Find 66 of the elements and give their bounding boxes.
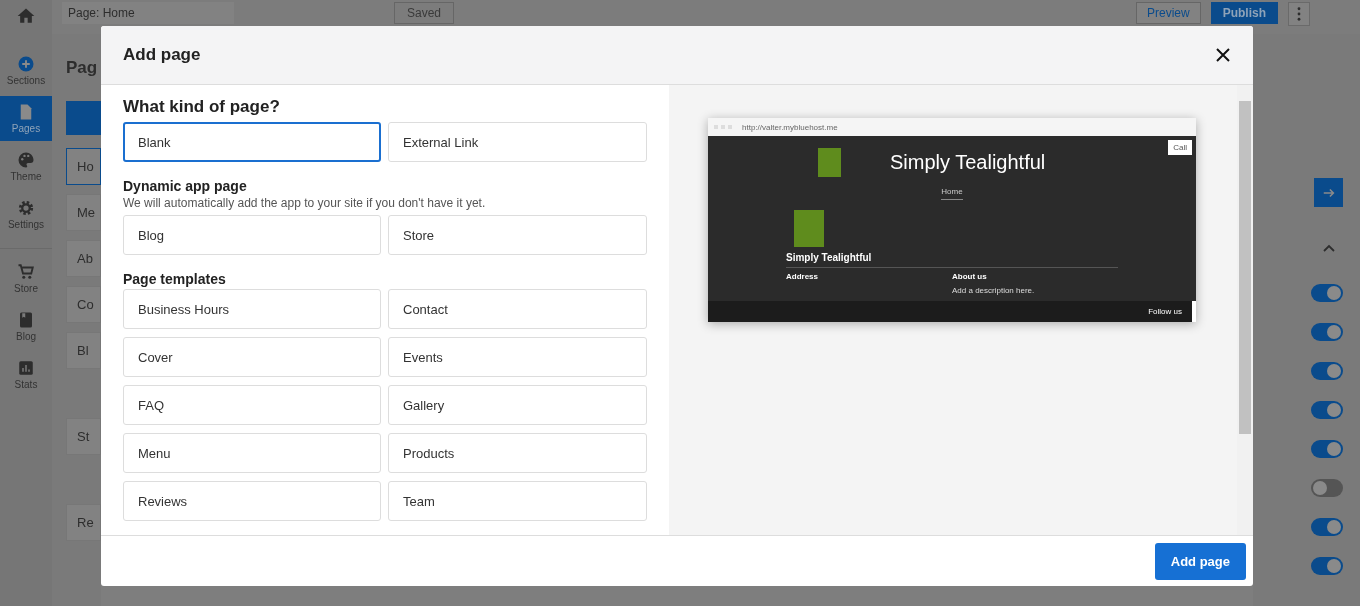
- rail-item[interactable]: Theme: [0, 144, 52, 189]
- page-type-option[interactable]: Blank: [123, 122, 381, 162]
- toggle-switch[interactable]: [1311, 479, 1343, 497]
- toggle-switch[interactable]: [1311, 284, 1343, 302]
- page-type-option[interactable]: Team: [388, 481, 647, 521]
- page-type-option[interactable]: Reviews: [123, 481, 381, 521]
- page-type-option[interactable]: External Link: [388, 122, 647, 162]
- page-type-option[interactable]: Blog: [123, 215, 381, 255]
- page-type-option[interactable]: FAQ: [123, 385, 381, 425]
- rail-item[interactable]: Stats: [0, 352, 52, 397]
- chevron-up-icon[interactable]: [1323, 244, 1335, 252]
- page-list-item[interactable]: Me: [66, 194, 101, 231]
- page-type-option[interactable]: Events: [388, 337, 647, 377]
- preview-button[interactable]: Preview: [1135, 2, 1201, 24]
- close-icon[interactable]: [1216, 48, 1230, 62]
- toggle-switch[interactable]: [1311, 518, 1343, 536]
- dialog-title: Add page: [123, 45, 201, 65]
- publish-button[interactable]: Publish: [1210, 2, 1278, 24]
- page-type-option[interactable]: Menu: [123, 433, 381, 473]
- page-list-item[interactable]: Co: [66, 286, 101, 323]
- toggle-switch[interactable]: [1311, 362, 1343, 380]
- bar-chart-icon: [17, 359, 35, 377]
- column-heading: Address: [786, 272, 819, 281]
- section-description: We will automatically add the app to your site if you don't have it yet.: [123, 196, 487, 210]
- section-heading: What kind of page?: [123, 97, 281, 117]
- rail-item[interactable]: Pages: [0, 96, 52, 141]
- toggle-switch[interactable]: [1311, 557, 1343, 575]
- page-type-option[interactable]: Products: [388, 433, 647, 473]
- logo-placeholder: [818, 147, 841, 177]
- page-list-item[interactable]: Bl: [66, 332, 101, 369]
- section-heading: Page templates: [123, 271, 227, 287]
- page-type-option[interactable]: Store: [388, 215, 647, 255]
- site-title: Simply Tealightful: [890, 150, 1046, 174]
- add-page-button[interactable]: Add page: [1154, 542, 1246, 580]
- toggle-switch[interactable]: [1311, 323, 1343, 341]
- section-heading: Dynamic app page: [123, 178, 248, 194]
- home-icon[interactable]: [16, 6, 36, 26]
- panel-title: Pag: [66, 58, 99, 78]
- book-icon: [17, 311, 35, 329]
- rail-item[interactable]: Sections: [0, 48, 52, 93]
- plus-circle-icon: [17, 55, 35, 73]
- footer-text: Follow us: [1148, 307, 1182, 316]
- palette-icon: [17, 151, 35, 169]
- column-text: Add a description here.: [952, 286, 1036, 295]
- toggle-switch[interactable]: [1311, 401, 1343, 419]
- page-type-option[interactable]: Cover: [123, 337, 381, 377]
- arrow-right-icon[interactable]: [1314, 178, 1343, 207]
- column-heading: About us: [952, 272, 988, 281]
- page-type-option[interactable]: Business Hours: [123, 289, 381, 329]
- toggle-switch[interactable]: [1311, 440, 1343, 458]
- saved-button[interactable]: Saved: [394, 2, 455, 24]
- rail-item[interactable]: Blog: [0, 304, 52, 349]
- rail-item[interactable]: Settings: [0, 192, 52, 237]
- page-dropdown[interactable]: Page: Home: [62, 2, 234, 24]
- page-list-item[interactable]: St: [66, 418, 101, 455]
- page-type-option[interactable]: Contact: [388, 289, 647, 329]
- site-heading: Simply Tealightful: [786, 252, 1118, 268]
- logo-placeholder: [794, 210, 824, 247]
- settings-icon: [17, 199, 35, 217]
- page-type-option[interactable]: Gallery: [388, 385, 647, 425]
- url-text: http://valter.mybluehost.me: [742, 122, 838, 132]
- more-menu-icon[interactable]: [1288, 2, 1310, 26]
- page-list-item[interactable]: Re: [66, 504, 101, 541]
- page-list-item[interactable]: Ab: [66, 240, 101, 277]
- page-list-item[interactable]: Ho: [66, 148, 101, 185]
- cart-icon: [17, 263, 35, 281]
